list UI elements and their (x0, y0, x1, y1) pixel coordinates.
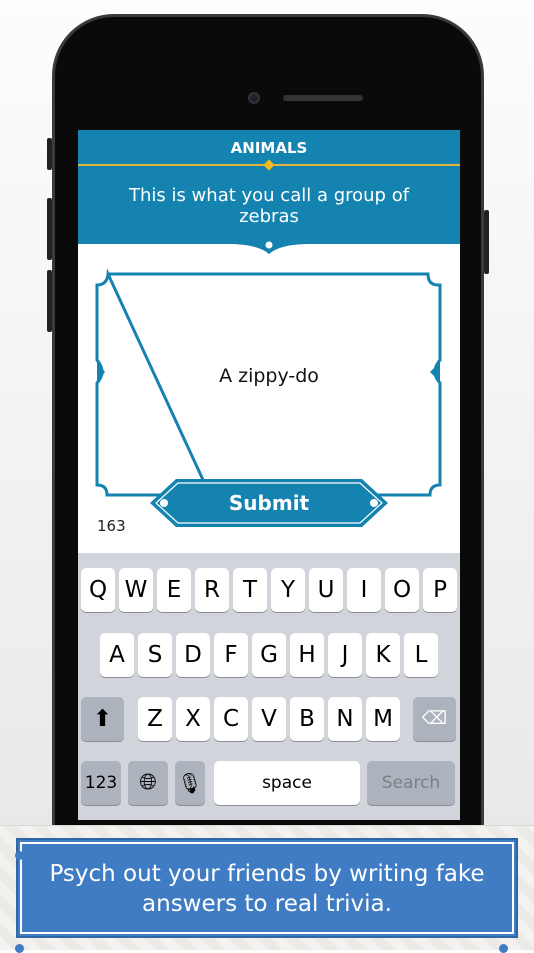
key-z[interactable]: Z (138, 697, 172, 741)
key-f[interactable]: F (214, 633, 248, 677)
power-button (484, 210, 489, 274)
answer-input[interactable]: A zippy-do (78, 365, 460, 387)
numbers-key[interactable]: 123 (81, 761, 121, 805)
mute-switch (47, 138, 52, 170)
microphone-icon[interactable]: 🎙︎ (175, 761, 205, 805)
key-n[interactable]: N (328, 697, 362, 741)
app-screen: ANIMALS This is what you call a group of… (78, 130, 460, 820)
submit-label: Submit (228, 491, 310, 515)
diamond-ornament (263, 159, 275, 171)
question-header: ANIMALS This is what you call a group of… (78, 130, 460, 244)
category-title: ANIMALS (230, 139, 308, 157)
key-t[interactable]: T (233, 568, 267, 612)
key-y[interactable]: Y (271, 568, 305, 612)
key-d[interactable]: D (176, 633, 210, 677)
volume-up-button (47, 198, 52, 260)
character-count: 163 (97, 517, 126, 535)
key-c[interactable]: C (214, 697, 248, 741)
submit-button[interactable]: Submit (148, 477, 390, 529)
keyboard: QWERTYUIOP ASDFGHJKL ZXCVBNM ⬆ ⌫ 123 🌐︎ 🎙︎… (78, 553, 460, 820)
key-l[interactable]: L (404, 633, 438, 677)
space-key[interactable]: space (214, 761, 360, 805)
backspace-key[interactable]: ⌫ (413, 697, 456, 741)
key-u[interactable]: U (309, 568, 343, 612)
key-o[interactable]: O (385, 568, 419, 612)
key-k[interactable]: K (366, 633, 400, 677)
promo-text: Psych out your friends by writing fake a… (16, 838, 518, 938)
key-e[interactable]: E (157, 568, 191, 612)
key-m[interactable]: M (366, 697, 400, 741)
front-camera (248, 92, 260, 104)
shift-key[interactable]: ⬆ (81, 697, 124, 741)
key-b[interactable]: B (290, 697, 324, 741)
corner-dot (499, 851, 508, 860)
key-v[interactable]: V (252, 697, 286, 741)
corner-dot (15, 851, 24, 860)
key-r[interactable]: R (195, 568, 229, 612)
corner-dot (15, 944, 24, 953)
globe-icon[interactable]: 🌐︎ (128, 761, 168, 805)
key-w[interactable]: W (119, 568, 153, 612)
promo-banner: Psych out your friends by writing fake a… (0, 825, 534, 953)
key-a[interactable]: A (100, 633, 134, 677)
corner-dot (499, 944, 508, 953)
key-h[interactable]: H (290, 633, 324, 677)
key-q[interactable]: Q (81, 568, 115, 612)
key-x[interactable]: X (176, 697, 210, 741)
key-i[interactable]: I (347, 568, 381, 612)
key-s[interactable]: S (138, 633, 172, 677)
volume-down-button (47, 270, 52, 332)
question-text: This is what you call a group of zebras (128, 185, 410, 227)
key-p[interactable]: P (423, 568, 457, 612)
search-key[interactable]: Search (367, 761, 455, 805)
earpiece-speaker (283, 95, 363, 101)
key-g[interactable]: G (252, 633, 286, 677)
key-j[interactable]: J (328, 633, 362, 677)
